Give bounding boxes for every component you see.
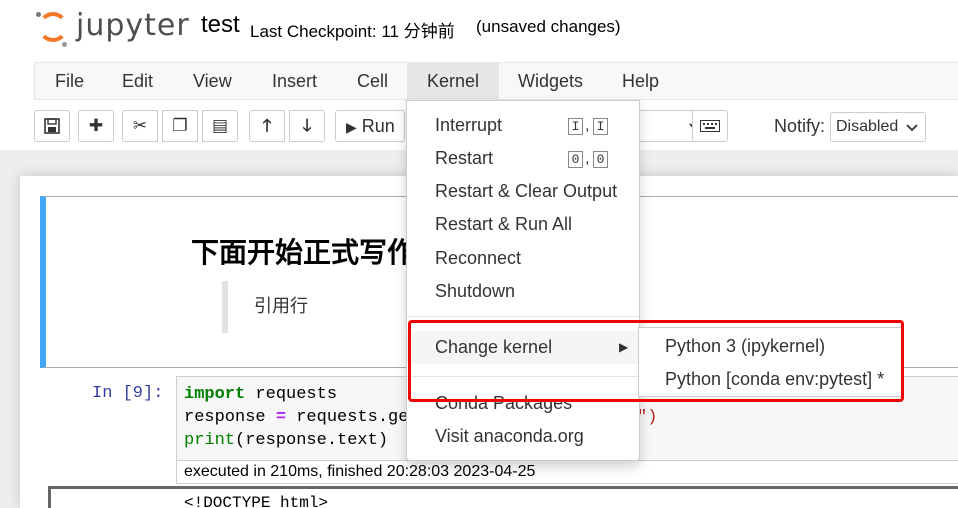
notebook-name[interactable]: test — [201, 11, 240, 39]
menu-item-label: Change kernel — [435, 337, 553, 357]
menu-item-conda-packages[interactable]: Conda Packages — [407, 387, 639, 420]
code-line: response = requests.get(") — [184, 408, 657, 427]
menu-widgets[interactable]: Widgets — [498, 63, 603, 99]
menu-item-interrupt[interactable]: Interrupt I , I — [407, 109, 639, 142]
menu-item-label: Restart — [435, 148, 494, 168]
plus-icon: ✚ — [88, 116, 104, 136]
arrow-down-icon: 🡓 — [302, 116, 312, 136]
kernel-option-conda-pytest[interactable]: Python [conda env:pytest] * — [639, 363, 902, 396]
play-icon: ▶ — [346, 119, 357, 135]
code-text: requests — [245, 385, 338, 404]
shortcut-key: 0 — [593, 151, 608, 168]
markdown-blockquote: 引用行 — [222, 281, 422, 333]
menu-item-reconnect[interactable]: Reconnect — [407, 242, 639, 275]
menu-file[interactable]: File — [35, 63, 104, 99]
markdown-heading: 下面开始正式写作 — [191, 236, 416, 269]
shortcut-key: 0 — [568, 151, 583, 168]
code-builtin: print — [184, 431, 236, 450]
code-line: import requests — [184, 385, 337, 404]
code-keyword: import — [184, 385, 246, 404]
keyboard-icon — [700, 120, 720, 132]
kernel-dropdown-menu: Interrupt I , I Restart 0 , 0 Restart & … — [406, 100, 640, 461]
shortcut-key: I — [568, 118, 583, 135]
chevron-down-icon — [906, 124, 918, 132]
code-text: (response.text) — [235, 431, 389, 450]
scissors-icon: ✂ — [132, 116, 148, 136]
menu-item-restart-clear-output[interactable]: Restart & Clear Output — [407, 175, 639, 208]
code-operator: = — [275, 408, 287, 427]
cut-button[interactable]: ✂ — [122, 110, 158, 142]
kernel-option-python3[interactable]: Python 3 (ipykernel) — [639, 330, 902, 363]
move-down-button[interactable]: 🡓 — [289, 110, 325, 142]
paste-button[interactable]: ▤ — [202, 110, 238, 142]
insert-cell-button[interactable]: ✚ — [78, 110, 114, 142]
menu-kernel[interactable]: Kernel — [407, 63, 500, 99]
menu-help[interactable]: Help — [602, 63, 679, 99]
caret-right-icon: ▶ — [619, 340, 629, 354]
shortcut-separator: , — [585, 117, 590, 134]
menubar: File Edit View Insert Cell Kernel Widget… — [34, 62, 958, 100]
code-string: ") — [637, 408, 658, 427]
move-up-button[interactable]: 🡑 — [249, 110, 285, 142]
jupyter-logo-dot-icon — [36, 12, 41, 17]
menu-insert[interactable]: Insert — [252, 63, 337, 99]
input-prompt: In [9]: — [92, 384, 164, 403]
menu-divider — [407, 316, 639, 317]
jupyter-logo[interactable]: jupyter — [36, 8, 189, 48]
menu-divider — [407, 376, 639, 377]
code-text: response — [184, 408, 276, 427]
notify-value: Disabled — [836, 118, 899, 135]
shortcut-key: I — [593, 118, 608, 135]
paste-icon: ▤ — [211, 116, 229, 136]
notify-label: Notify: — [774, 116, 826, 136]
run-button[interactable]: ▶ Run — [335, 110, 405, 142]
copy-button[interactable]: ❐ — [162, 110, 198, 142]
run-label: Run — [361, 116, 395, 136]
copy-icon: ❐ — [172, 116, 188, 136]
menu-item-change-kernel[interactable]: Change kernel ▶ — [407, 331, 639, 364]
jupyter-logo-ring-icon — [38, 12, 68, 42]
menu-edit[interactable]: Edit — [102, 63, 173, 99]
logo-text: jupyter — [76, 8, 190, 43]
arrow-up-icon: 🡑 — [262, 116, 272, 136]
execution-time-info: executed in 210ms, finished 20:28:03 202… — [176, 460, 958, 484]
menu-item-visit-anaconda[interactable]: Visit anaconda.org — [407, 420, 639, 453]
output-text: <!DOCTYPE html> — [184, 494, 329, 508]
menu-item-restart-run-all[interactable]: Restart & Run All — [407, 208, 639, 241]
shortcut-separator: , — [585, 150, 590, 167]
menu-cell[interactable]: Cell — [337, 63, 408, 99]
checkpoint-status: Last Checkpoint: 11 分钟前 — [250, 22, 455, 41]
jupyter-notebook-page: jupyter test Last Checkpoint: 11 分钟前 (un… — [0, 0, 958, 508]
notify-select[interactable]: Disabled — [830, 112, 926, 142]
menu-item-shutdown[interactable]: Shutdown — [407, 275, 639, 308]
change-kernel-submenu: Python 3 (ipykernel) Python [conda env:p… — [638, 327, 903, 397]
menu-item-label: Interrupt — [435, 115, 503, 135]
command-palette-button[interactable] — [692, 110, 728, 142]
menu-item-restart[interactable]: Restart 0 , 0 — [407, 142, 639, 175]
save-button[interactable] — [34, 110, 70, 142]
autosave-status: (unsaved changes) — [476, 17, 621, 36]
code-line: print(response.text) — [184, 431, 388, 450]
menu-view[interactable]: View — [173, 63, 252, 99]
save-icon — [44, 118, 60, 134]
jupyter-logo-dot-icon — [62, 42, 67, 47]
